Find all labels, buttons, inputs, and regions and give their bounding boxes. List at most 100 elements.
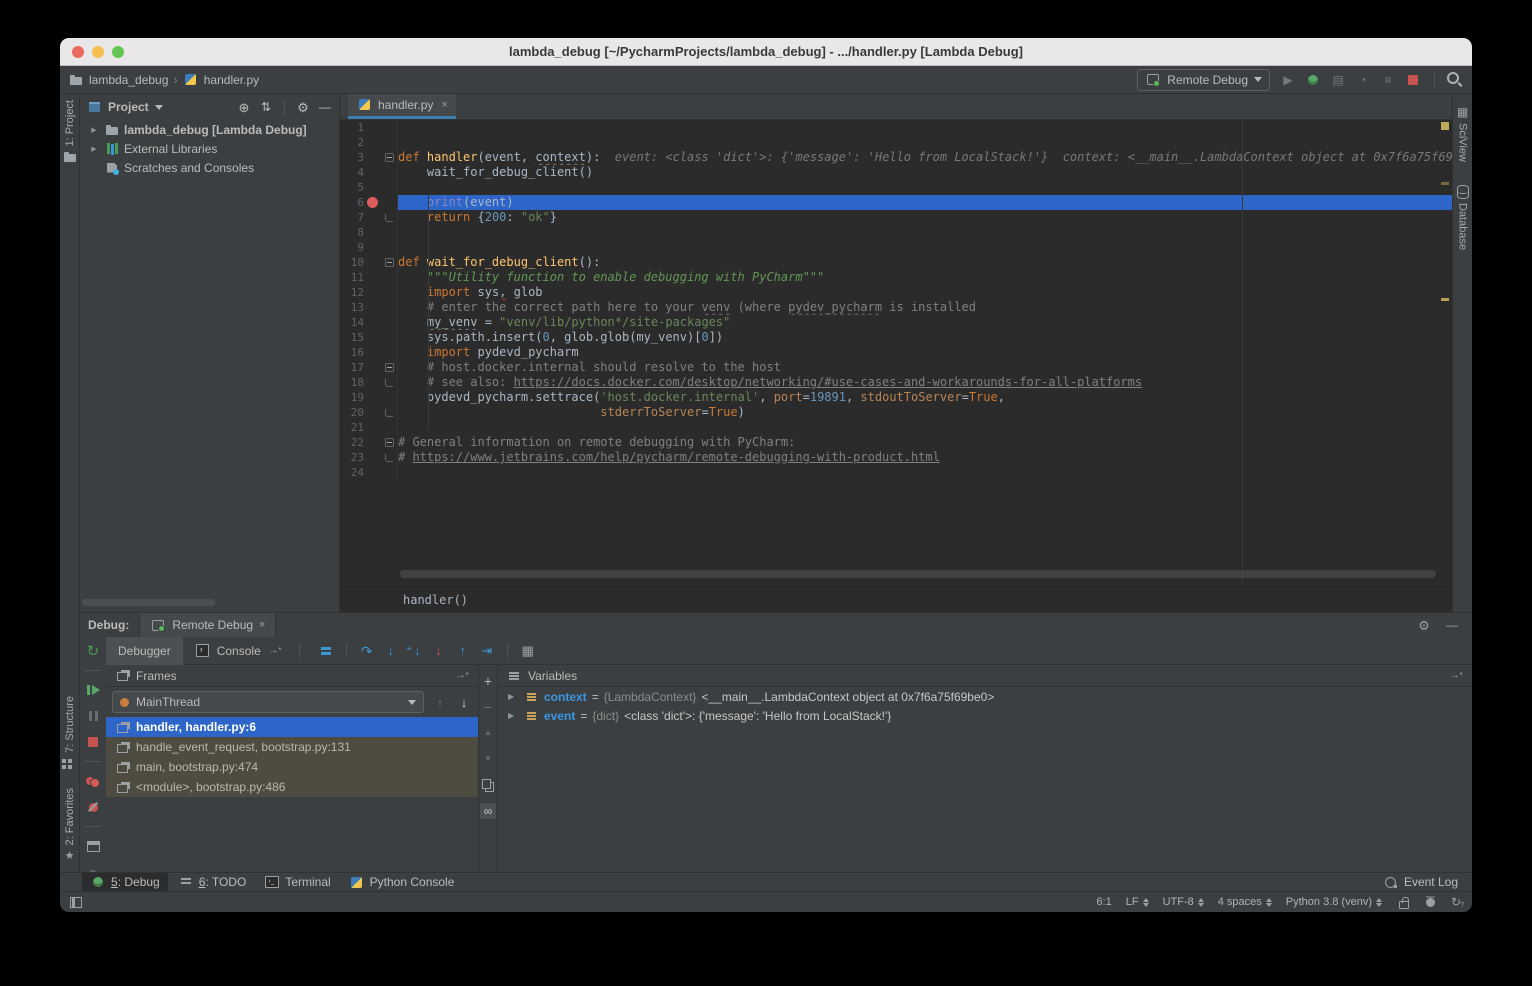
- gutter[interactable]: 9: [340, 240, 398, 255]
- fold-marker-icon[interactable]: [385, 214, 393, 222]
- fold-gutter[interactable]: [381, 390, 397, 405]
- fold-gutter[interactable]: [381, 240, 397, 255]
- unlock-icon[interactable]: [1396, 894, 1412, 910]
- gutter[interactable]: 1: [340, 120, 398, 135]
- restore-layout-button[interactable]: [85, 838, 101, 854]
- expand-icon[interactable]: ▶: [508, 711, 518, 720]
- fold-gutter[interactable]: [381, 195, 397, 210]
- pause-button[interactable]: [85, 708, 101, 724]
- run-button[interactable]: ▶: [1280, 72, 1296, 88]
- move-panel-icon[interactable]: →: [1448, 668, 1464, 684]
- show-execution-point-button[interactable]: [318, 643, 334, 659]
- fold-gutter[interactable]: [381, 315, 397, 330]
- breadcrumb-item[interactable]: lambda_debug: [68, 72, 168, 88]
- code-line[interactable]: 11 """Utility function to enable debuggi…: [340, 270, 1452, 285]
- tool-window-tab-terminal[interactable]: Terminal: [256, 873, 338, 892]
- settings-icon[interactable]: ⚙: [1416, 617, 1432, 633]
- code-line[interactable]: 13 # enter the correct path here to your…: [340, 300, 1452, 315]
- code-line[interactable]: 14 my_venv = "venv/lib/python*/site-pack…: [340, 315, 1452, 330]
- fold-gutter[interactable]: [381, 450, 397, 465]
- status-item-lf[interactable]: LF: [1126, 896, 1149, 908]
- tool-window-tab-python-console[interactable]: Python Console: [341, 873, 463, 892]
- gutter[interactable]: 5: [340, 180, 398, 195]
- run-to-cursor-button[interactable]: ⇥: [479, 643, 495, 659]
- fold-gutter[interactable]: [381, 345, 397, 360]
- fold-gutter[interactable]: [381, 360, 397, 375]
- status-item-utf-8[interactable]: UTF-8: [1163, 896, 1204, 908]
- code-line[interactable]: 10def wait_for_debug_client():: [340, 255, 1452, 270]
- error-stripe-mark[interactable]: [1441, 122, 1449, 130]
- gutter[interactable]: 7: [340, 210, 398, 225]
- debug-button[interactable]: [1305, 72, 1321, 88]
- breakpoint-gutter[interactable]: [364, 450, 381, 465]
- hide-panel-icon[interactable]: —: [317, 99, 333, 115]
- gutter[interactable]: 11: [340, 270, 398, 285]
- breakpoint-gutter[interactable]: [364, 315, 381, 330]
- error-stripe-mark[interactable]: [1441, 298, 1449, 301]
- title-bar[interactable]: lambda_debug [~/PycharmProjects/lambda_d…: [60, 38, 1472, 66]
- variable-row[interactable]: ▶event = {dict} <class 'dict'>: {'messag…: [498, 706, 1472, 725]
- project-tree-item[interactable]: Scratches and Consoles: [80, 158, 339, 177]
- code-line[interactable]: 17 # host.docker.internal should resolve…: [340, 360, 1452, 375]
- breakpoint-gutter[interactable]: [364, 120, 381, 135]
- breakpoint-gutter[interactable]: [364, 360, 381, 375]
- gutter[interactable]: 15: [340, 330, 398, 345]
- fold-gutter[interactable]: [381, 465, 397, 480]
- fold-gutter[interactable]: [381, 300, 397, 315]
- step-out-button[interactable]: ↑: [455, 643, 471, 659]
- stop-button[interactable]: [1405, 72, 1421, 88]
- fold-gutter[interactable]: [381, 165, 397, 180]
- breakpoint-gutter[interactable]: [364, 240, 381, 255]
- close-button[interactable]: [72, 46, 84, 58]
- gutter[interactable]: 21: [340, 420, 398, 435]
- show-watches-in-variables-button[interactable]: ∞: [480, 803, 496, 819]
- gutter[interactable]: 4: [340, 165, 398, 180]
- code-line[interactable]: 6 print(event): [340, 195, 1452, 210]
- add-watch-button[interactable]: +: [480, 673, 496, 689]
- gutter[interactable]: 24: [340, 465, 398, 480]
- gutter[interactable]: 6: [340, 195, 398, 210]
- mute-breakpoints-button[interactable]: [85, 799, 101, 815]
- next-frame-button[interactable]: ↓: [456, 694, 472, 710]
- gutter[interactable]: 16: [340, 345, 398, 360]
- jump-to-output-icon[interactable]: →: [267, 643, 283, 659]
- breakpoint-gutter[interactable]: [364, 390, 381, 405]
- fold-gutter[interactable]: [381, 375, 397, 390]
- fold-gutter[interactable]: [381, 180, 397, 195]
- gutter[interactable]: 14: [340, 315, 398, 330]
- fold-gutter[interactable]: [381, 120, 397, 135]
- fold-gutter[interactable]: [381, 420, 397, 435]
- code-line[interactable]: 23# https://www.jetbrains.com/help/pycha…: [340, 450, 1452, 465]
- gutter[interactable]: 18: [340, 375, 398, 390]
- breakpoint-gutter[interactable]: [364, 150, 381, 165]
- step-into-my-code-button[interactable]: ↓: [407, 643, 423, 659]
- breakpoint-gutter[interactable]: [364, 405, 381, 420]
- breadcrumb-item[interactable]: handler.py: [183, 72, 259, 88]
- fold-gutter[interactable]: [381, 225, 397, 240]
- breakpoint-gutter[interactable]: [364, 135, 381, 150]
- status-item-4-spaces[interactable]: 4 spaces: [1218, 896, 1272, 908]
- gutter[interactable]: 2: [340, 135, 398, 150]
- project-horizontal-scrollbar[interactable]: [82, 599, 215, 606]
- code-line[interactable]: 22# General information on remote debugg…: [340, 435, 1452, 450]
- fold-marker-icon[interactable]: [385, 438, 394, 447]
- search-everywhere-button[interactable]: [1448, 72, 1464, 88]
- tool-window-tab-5-debug[interactable]: 5: Debug: [82, 873, 168, 892]
- breakpoint-gutter[interactable]: [364, 420, 381, 435]
- project-tree-item[interactable]: ▶External Libraries: [80, 139, 339, 158]
- fold-gutter[interactable]: [381, 435, 397, 450]
- code-line[interactable]: 3def handler(event, context): event: <cl…: [340, 150, 1452, 165]
- code-line[interactable]: 4 wait_for_debug_client(): [340, 165, 1452, 180]
- gutter[interactable]: 23: [340, 450, 398, 465]
- gutter[interactable]: 17: [340, 360, 398, 375]
- project-panel-title[interactable]: Project: [108, 100, 149, 114]
- fold-gutter[interactable]: [381, 405, 397, 420]
- code-line[interactable]: 9: [340, 240, 1452, 255]
- tool-button-2-favorites[interactable]: 2: Favorites★: [62, 788, 78, 864]
- code-line[interactable]: 16 import pydevd_pycharm: [340, 345, 1452, 360]
- tool-button-1-project[interactable]: 1: Project: [62, 100, 78, 165]
- run-configuration-select[interactable]: Remote Debug: [1137, 69, 1270, 91]
- expand-icon[interactable]: ▶: [508, 692, 518, 701]
- settings-icon[interactable]: ⚙: [295, 99, 311, 115]
- thread-select[interactable]: MainThread: [112, 691, 424, 713]
